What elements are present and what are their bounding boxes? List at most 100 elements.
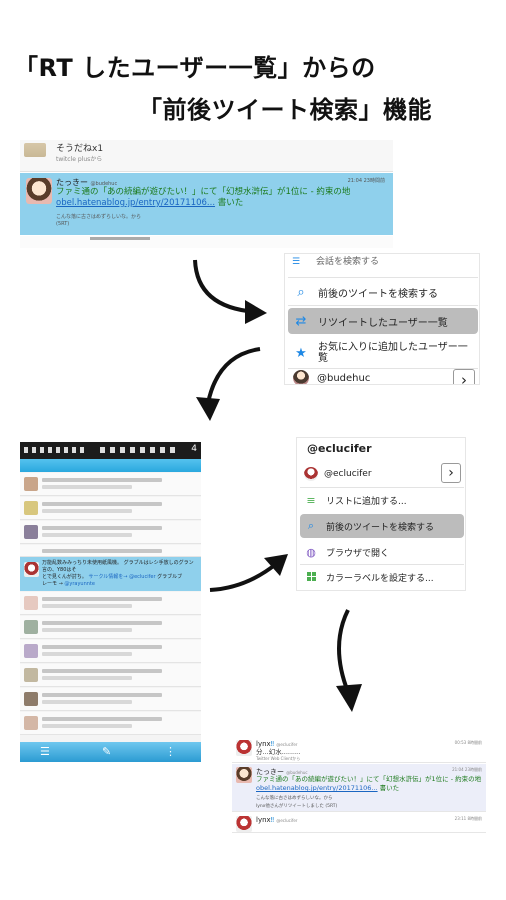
bottom-toolbar: ☰ ✎ ⋮	[20, 742, 201, 762]
highlighted-tweet[interactable]: 万能乱数みみっちり未使用紙風機。 グラブルはレシ手放しのグラン言の、Y80はそ …	[20, 557, 201, 591]
status-bar: 4	[20, 442, 201, 459]
retweet-count: (5RT)	[56, 221, 70, 227]
headline-line-1: 「RT したユーザー一覧」からの	[14, 54, 376, 82]
list-item[interactable]	[20, 545, 201, 557]
compose-icon[interactable]: ✎	[102, 745, 111, 758]
avatar	[24, 644, 38, 658]
tab-bar[interactable]	[20, 459, 201, 472]
tweet-row[interactable]: lynx‼ @eclucifer 23:11 8時間前	[232, 813, 486, 833]
tweet-body-suffix: 書いた	[215, 198, 244, 208]
user-badge: ‼	[270, 740, 275, 748]
avatar	[236, 740, 252, 756]
user-context-menu: @eclucifer @eclucifer › ≡ リストに追加する... ⌕ …	[296, 437, 466, 591]
headline-line-2: 「前後ツイート検索」機能	[138, 96, 432, 124]
menu-item-label: 会話を検索する	[316, 257, 380, 266]
menu-item-color-label[interactable]: カラーラベルを設定する...	[300, 565, 464, 589]
tweet-time: 21:04 23時間前	[452, 767, 482, 772]
tweet-context-menu: ☰ 会話を検索する ⌕ 前後のツイートを検索する ⇄ リツイートしたユーザー一覧 …	[284, 253, 480, 385]
search-result-panel: lynx‼ @eclucifer 00:53 8時間前 分...幻水......…	[232, 737, 486, 833]
avatar	[24, 620, 38, 634]
next-tweet-row[interactable]	[20, 236, 393, 248]
avatar	[24, 668, 38, 682]
avatar	[24, 525, 38, 539]
list-item[interactable]	[20, 616, 201, 639]
tweet-link[interactable]: @yrayunnte	[64, 581, 95, 587]
search-icon: ⌕	[307, 519, 315, 532]
tweet-user: lynx‼ @eclucifer	[256, 740, 297, 748]
menu-item-retweeters[interactable]: ⇄ リツイートしたユーザー一覧	[288, 308, 478, 334]
user-badge: ‼	[270, 816, 275, 824]
avatar	[304, 467, 318, 481]
user-handle: @eclucifer	[276, 818, 298, 823]
menu-title: @eclucifer	[307, 442, 372, 455]
tweet-body-text: ファミ通の「あの続編が遊びたい！」にて「幻想水滸伝」が1位に - 約束の地	[56, 187, 351, 197]
highlighted-tweet[interactable]: たっきー @budehuc 21:04 23時間前 ファミ通の「あの続編が遊びた…	[232, 764, 486, 812]
menu-item-favoriters[interactable]: ★ お気に入りに追加したユーザー一覧	[288, 338, 478, 368]
menu-item-search-surrounding[interactable]: ⌕ 前後のツイートを検索する	[288, 279, 478, 305]
avatar	[236, 767, 252, 783]
menu-item-label: @eclucifer	[324, 469, 372, 479]
star-icon: ★	[295, 345, 307, 361]
tweet-text: そうだねx1	[56, 144, 104, 154]
avatar	[24, 143, 46, 157]
avatar	[293, 370, 309, 384]
menu-item-open-browser[interactable]: ◍ ブラウザで開く	[300, 540, 464, 564]
search-icon: ⌕	[297, 284, 305, 300]
list-item[interactable]	[20, 664, 201, 687]
list-item[interactable]	[20, 473, 201, 496]
divider	[288, 277, 478, 278]
retweet-note: こんな落に古さはめずらしいな。から	[56, 214, 142, 220]
list-add-icon: ≡	[306, 493, 316, 507]
tweet-link[interactable]: obel.hatenablog.jp/entry/20171106...	[56, 198, 215, 208]
chat-icon: ☰	[292, 257, 301, 266]
list-item[interactable]	[20, 688, 201, 711]
divider	[288, 305, 478, 306]
tweet-source: Twitter Web Clientから	[256, 756, 301, 761]
menu-icon[interactable]: ☰	[40, 745, 50, 758]
menu-item-search-conversation[interactable]: ☰ 会話を検索する	[288, 254, 478, 266]
chevron-right-icon[interactable]: ›	[453, 369, 475, 384]
more-icon[interactable]: ⋮	[165, 745, 176, 758]
avatar	[24, 562, 39, 577]
menu-item-search-surrounding[interactable]: ⌕ 前後のツイートを検索する	[300, 514, 464, 538]
avatar	[24, 501, 38, 515]
menu-item-label-line-1: お気に入りに追加したユーザー一	[318, 342, 468, 353]
list-item[interactable]	[20, 640, 201, 663]
tweet-text-suffix: 書いた	[377, 784, 400, 792]
menu-item-label: リツイートしたユーザー一覧	[318, 317, 448, 329]
highlighted-tweet[interactable]: たっきー @budehuc 21:04 23時間前 ファミ通の「あの続編が遊びた…	[20, 173, 393, 235]
tweet-row[interactable]: lynx‼ @eclucifer 00:53 8時間前 分...幻水......…	[232, 737, 486, 763]
status-icons	[100, 447, 180, 453]
menu-item-user[interactable]: @eclucifer	[300, 462, 464, 486]
tweet-text: 万能乱数みみっちり未使用紙風機。 グラブルはレシ手放しのグラン言の、Y80はそ …	[42, 560, 198, 588]
tweet-text-line: レーモ →	[42, 581, 65, 587]
tweet-link[interactable]: サークル情報を→ @eclucifer	[88, 574, 155, 580]
tweet-source: twitcle plusから	[56, 156, 103, 163]
menu-item-label: カラーラベルを設定する...	[326, 573, 434, 584]
timeline-screenshot-panel: 4 万能乱数みみっちり未使用紙風機。 グラブルはレシ手放しのグラン言の、Y80は…	[20, 442, 201, 762]
avatar	[24, 716, 38, 730]
menu-item-add-to-list[interactable]: ≡ リストに追加する...	[300, 488, 464, 512]
tweet-time: 21:04 23時間前	[347, 178, 385, 184]
retweeted-by: lynx他さんがリツイートしました (5RT)	[256, 804, 338, 809]
tweet-body: ファミ通の「あの続編が遊びたい！」にて「幻想水滸伝」が1位に - 約束の地 ob…	[56, 187, 350, 209]
color-label-icon	[304, 571, 318, 584]
avatar	[236, 816, 252, 832]
globe-icon: ◍	[306, 545, 316, 559]
avatar	[24, 596, 38, 610]
menu-item-label: 前後のツイートを検索する	[326, 522, 435, 533]
previous-tweet-row[interactable]: そうだねx1 twitcle plusから	[20, 140, 393, 172]
user-handle: @eclucifer	[276, 742, 298, 747]
list-item[interactable]	[20, 712, 201, 735]
menu-item-label: ブラウザで開く	[326, 548, 390, 559]
chevron-right-icon[interactable]: ›	[441, 463, 461, 483]
curved-arrow-icon	[209, 554, 288, 592]
tweet-link[interactable]: obel.hatenablog.jp/entry/20171106...	[256, 784, 378, 792]
user-name: たっきー	[56, 178, 88, 187]
menu-item-user[interactable]: @budehuc	[288, 369, 478, 384]
list-item[interactable]	[20, 592, 201, 615]
tweet-text-line: ファミ通の「あの続編が遊びたい！」にて「幻想水滸伝」が1位に - 約束の地	[256, 775, 482, 783]
tweet-time: 00:53 8時間前	[454, 740, 482, 745]
list-item[interactable]	[20, 521, 201, 544]
list-item[interactable]	[20, 497, 201, 520]
